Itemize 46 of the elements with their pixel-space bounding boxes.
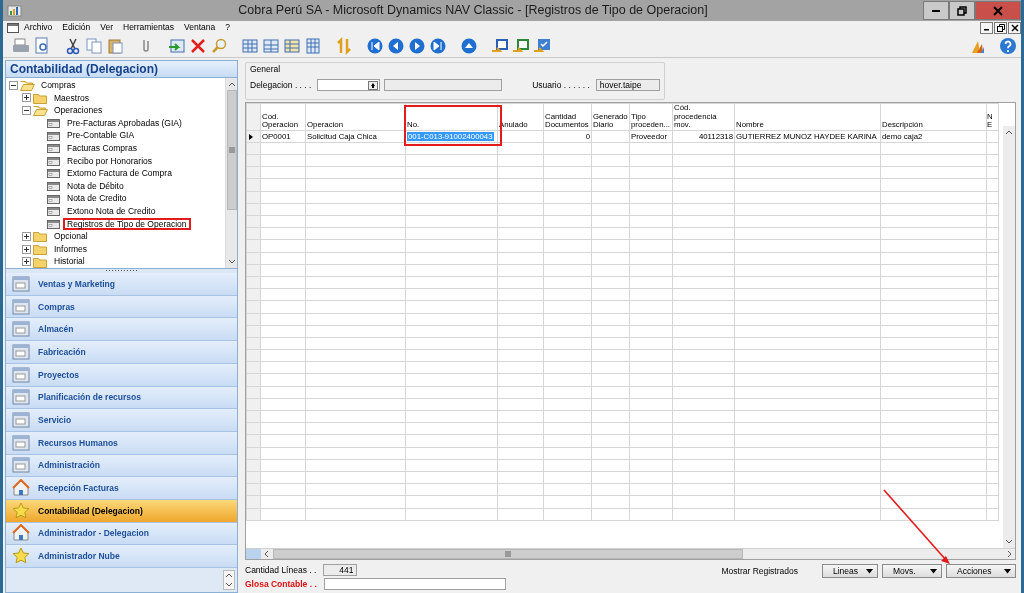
input-field: hover.taipe xyxy=(595,79,660,92)
dropdown-button[interactable]: Acciones xyxy=(946,564,1016,578)
menu-item[interactable]: Ver xyxy=(95,22,118,33)
tree-item[interactable]: Pre-Contable GIA xyxy=(6,129,225,142)
module-button[interactable]: Ventas y Marketing xyxy=(6,273,237,296)
tree-item[interactable]: Historial xyxy=(6,255,225,268)
tree-item[interactable]: Compras xyxy=(6,79,225,92)
menu-item[interactable]: ? xyxy=(220,22,235,33)
group-title: General xyxy=(250,64,282,75)
dropdown-button[interactable]: Lineas xyxy=(822,564,878,578)
field-label: Glosa Contable . . xyxy=(245,578,318,590)
input-field: 441 xyxy=(323,564,358,576)
module-button[interactable]: Contabilidad (Delegacion) xyxy=(6,499,237,523)
module-button[interactable]: Administrador Nube xyxy=(6,545,237,568)
module-button[interactable]: Recepción Facturas xyxy=(6,477,237,500)
tree-item[interactable]: Operaciones xyxy=(6,104,225,117)
tree-item[interactable]: Informes xyxy=(6,242,225,256)
module-button[interactable]: Compras xyxy=(6,295,237,319)
tree-item[interactable]: Facturas Compras xyxy=(6,141,225,155)
module-button[interactable]: Recursos Humanos xyxy=(6,431,237,455)
module-button[interactable]: Fabricación xyxy=(6,341,237,364)
dropdown-button[interactable]: Movs. xyxy=(882,564,942,578)
window-title: Cobra Perú SA - Microsoft Dynamics NAV Classic - [Registros de Tipo de Operacion] xyxy=(237,3,709,18)
filter-label: Mostrar Registrados xyxy=(721,565,798,577)
tree-item[interactable]: Nota de Débito xyxy=(6,179,225,193)
module-button[interactable]: Planificación de recursos xyxy=(6,386,237,410)
field-label: Cantidad Líneas . . xyxy=(245,564,318,576)
tree-item[interactable]: Maestros xyxy=(6,91,225,105)
module-button[interactable]: Administración xyxy=(6,454,237,478)
menu-item[interactable]: Ventana xyxy=(179,22,221,33)
tree-item[interactable]: Nota de Credito xyxy=(6,192,225,205)
pane-title: Contabilidad (Delegacion) xyxy=(6,61,237,78)
module-button[interactable]: Servicio xyxy=(6,409,237,432)
tree-item[interactable]: Extorno Factura de Compra xyxy=(6,167,225,180)
tree-item[interactable]: Extono Nota de Credito xyxy=(6,204,225,218)
module-button[interactable]: Administrador - Delegacion xyxy=(6,522,237,546)
menu-item[interactable]: Archivo xyxy=(19,22,58,33)
module-button[interactable]: Proyectos xyxy=(6,363,237,387)
tree-item[interactable]: Pre-Facturas Aprobadas (GIA) xyxy=(6,116,225,130)
module-button[interactable]: Almacén xyxy=(6,318,237,342)
menu-item[interactable]: Edición xyxy=(57,22,96,33)
field-label: Usuario . . . . . . xyxy=(532,80,590,91)
tree-item[interactable]: Recibo por Honorarios xyxy=(6,154,225,168)
menu-item[interactable]: Herramientas xyxy=(118,22,180,33)
field-label: Delegacion . . . . xyxy=(250,80,312,91)
tree-item[interactable]: Opcional xyxy=(6,230,225,243)
